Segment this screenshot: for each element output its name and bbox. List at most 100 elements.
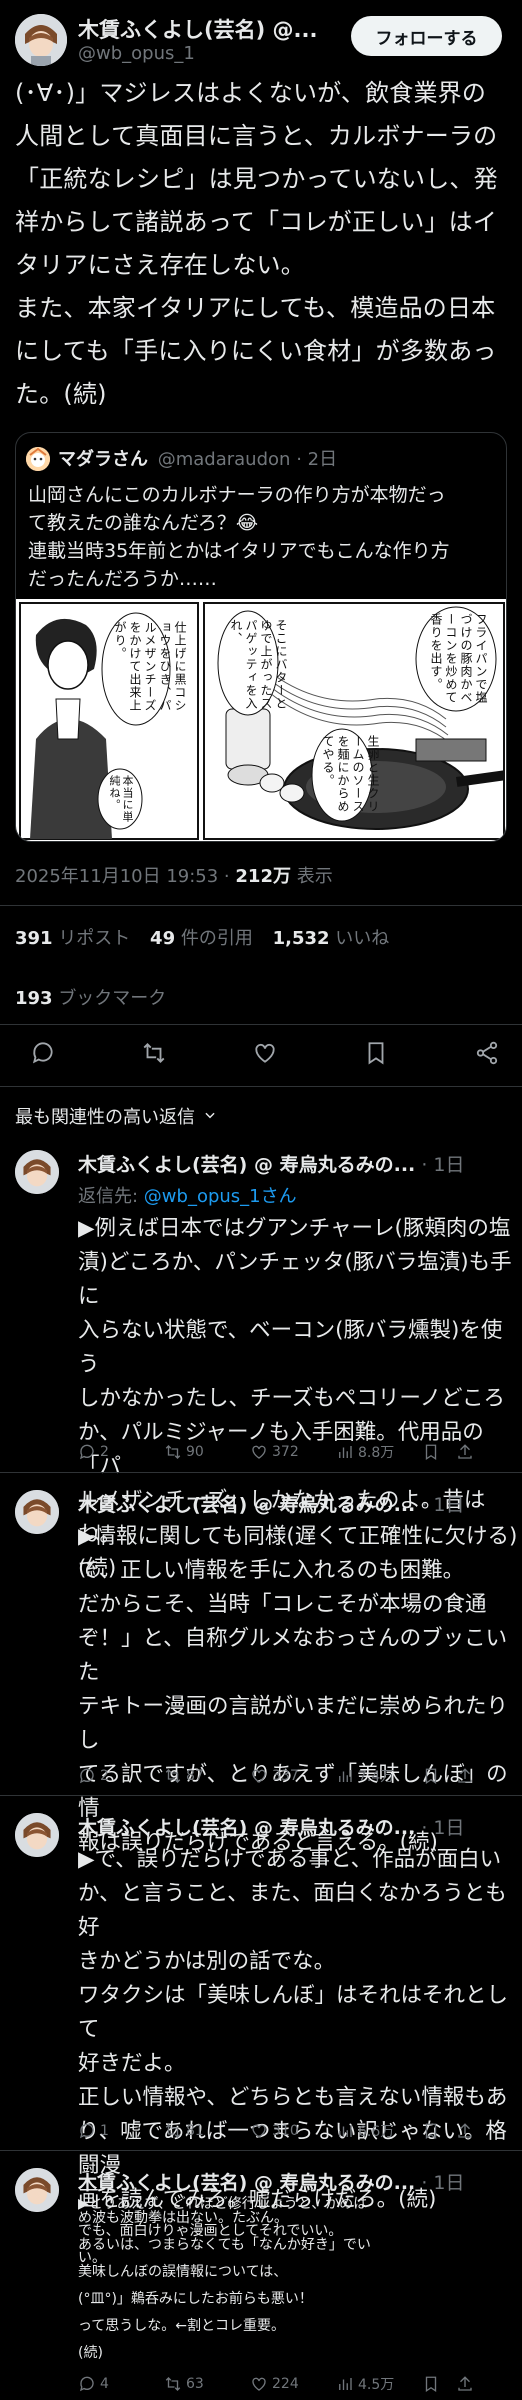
author-name[interactable]: 木賃ふくよし(芸名) @... [78, 14, 317, 44]
reply-bookmark-button[interactable] [422, 1767, 456, 1785]
like-count: 224 [272, 2376, 299, 2392]
share-icon [458, 2123, 472, 2138]
post-timestamp[interactable]: 2025年11月10日 19:53 · 212万 表示 [15, 862, 333, 888]
quote-avatar [26, 447, 50, 471]
stat-reposts[interactable]: 391 リポスト [15, 928, 130, 949]
reply-share-button[interactable] [456, 2375, 474, 2393]
repost-icon [165, 2124, 181, 2138]
reply-icon[interactable] [30, 1040, 56, 1070]
views-icon [339, 2378, 352, 2390]
post-line: タリアにさえ存在しない。 [15, 251, 305, 279]
reply-header: 木賃ふくよし(芸名) @ 寿烏丸るみの... · 1日 [78, 1813, 518, 1840]
reply-avatar[interactable] [15, 2168, 59, 2212]
quotes-count: 49 [150, 928, 176, 949]
views-icon [339, 1446, 352, 1458]
stat-bookmarks[interactable]: 193 ブックマーク [15, 984, 166, 1010]
follow-button-label: フォローする [375, 28, 478, 49]
reply-item[interactable]: 木賃ふくよし(芸名) @ 寿烏丸るみの... · 1日 ▶情報に関しても同様(遅… [0, 1482, 522, 1855]
manga-bubble-finish: 仕上げに黒コショウをひき、パルメザンチーズをかけて出来上がり。 [113, 621, 187, 712]
reply-views-button[interactable]: 7.4万 [336, 1766, 422, 1786]
reply-line: しかなかったし、チーズもペコリーノどころ [78, 1386, 505, 1411]
reply-line: ▶例えば日本ではグアンチャーレ(豚頬肉の塩 [78, 1216, 511, 1241]
reply-views-button[interactable]: 8.8万 [336, 1442, 422, 1462]
reply-line: 漬)どころか、パンチェッタ(豚バラ塩漬)も手に [78, 1250, 512, 1309]
reply-share-button[interactable] [456, 1443, 474, 1461]
reply-header: 木賃ふくよし(芸名) @ 寿烏丸るみの... · 1日 [78, 1490, 518, 1517]
reply-views-button[interactable]: 4.5万 [336, 2374, 422, 2394]
reply-author-name[interactable]: 木賃ふくよし(芸名) @ 寿烏丸るみの... [78, 1817, 415, 1839]
reply-line: テキトー漫画の言説がいまだに崇められたりし [78, 1694, 509, 1753]
divider [0, 1086, 522, 1087]
divider [0, 905, 522, 906]
stat-likes[interactable]: 1,532 いいね [273, 928, 390, 949]
reply-item[interactable]: 木賃ふくよし(芸名) @ 寿烏丸るみの... · 1日 返信先: @wb_opu… [0, 1142, 522, 1581]
reply-repost-button[interactable]: 63 [164, 2375, 250, 2393]
like-count: 310 [272, 2123, 299, 2139]
post-body: (･∀･)」マジレスはよくないが、飲食業界の 人間として真面目に言うと、カルボナ… [15, 72, 515, 416]
reply-line: 美味しんぼの誤情報については、 [78, 2263, 288, 2280]
reply-line: か、と言うこと、また、面白くなかろうとも好 [78, 1881, 507, 1940]
reply-action-bar: 4 63 224 4.5万 [78, 2374, 518, 2394]
reply-repost-button[interactable]: 90 [164, 1443, 250, 1461]
reply-repost-button[interactable]: 87 [164, 1767, 250, 1785]
stats-row: 391 リポスト 49 件の引用 1,532 いいね [15, 924, 389, 950]
reply-reply-button[interactable]: 2 [78, 1767, 164, 1785]
reply-sort-dropdown[interactable]: 最も関連性の高い返信 [15, 1103, 217, 1129]
quote-line: だったんだろうか…… [28, 568, 217, 590]
reply-avatar[interactable] [15, 1813, 59, 1857]
quote-line: て教えたの誰なんだろ？😂 [28, 512, 259, 534]
repost-icon[interactable] [141, 1040, 167, 1070]
follow-button[interactable]: フォローする [351, 16, 502, 56]
repost-icon [165, 2377, 181, 2391]
reply-to: 返信先: @wb_opus_1さん [78, 1182, 297, 1208]
reply-like-button[interactable]: 337 [250, 1767, 336, 1785]
reply-action-bar: 1 81 310 6.6万 [78, 2121, 518, 2141]
reply-bookmark-button[interactable] [422, 2375, 456, 2393]
bookmark-icon [425, 1444, 437, 1461]
reply-bookmark-button[interactable] [422, 2122, 456, 2140]
reply-bookmark-button[interactable] [422, 1443, 456, 1461]
post-line: た。(続) [15, 380, 107, 408]
post-line: また、本家イタリアにしても、模造品の日本 [15, 294, 496, 322]
author-avatar[interactable] [15, 14, 67, 66]
bookmark-icon[interactable] [363, 1040, 389, 1070]
reply-author-name[interactable]: 木賃ふくよし(芸名) @ 寿烏丸るみの... [78, 2172, 415, 2194]
quote-card[interactable]: マダラさん @madaraudon · 2日 山岡さんにこのカルボナーラの作り方… [15, 432, 507, 842]
repost-count: 81 [186, 2123, 204, 2139]
manga-image[interactable]: 仕上げに黒コショウをひき、パルメザンチーズをかけて出来上がり。 そこにバターとゆ… [16, 599, 506, 841]
author-handle[interactable]: @wb_opus_1 [78, 43, 195, 64]
reply-avatar[interactable] [15, 1150, 59, 1194]
reply-avatar[interactable] [15, 1490, 59, 1534]
post-line: (･∀･)」マジレスはよくないが、飲食業界の [15, 79, 487, 107]
chevron-down-icon [203, 1106, 217, 1127]
post-action-bar [30, 1030, 500, 1080]
reply-like-button[interactable]: 224 [250, 2375, 336, 2393]
reply-repost-button[interactable]: 81 [164, 2122, 250, 2140]
views-icon [339, 1770, 352, 1782]
stat-quotes[interactable]: 49 件の引用 [150, 928, 253, 949]
bookmark-icon [425, 2123, 437, 2140]
reply-author-name[interactable]: 木賃ふくよし(芸名) @ 寿烏丸るみの... [78, 1154, 415, 1176]
reply-author-name[interactable]: 木賃ふくよし(芸名) @ 寿烏丸るみの... [78, 1494, 415, 1516]
reply-to-handle[interactable]: @wb_opus_1さん [144, 1186, 297, 1207]
reply-item[interactable]: 木賃ふくよし(芸名) @ 寿烏丸るみの... · 1日 ▶で、誤りだらけである事… [0, 1805, 522, 2212]
reply-like-button[interactable]: 310 [250, 2122, 336, 2140]
reply-item[interactable]: 木賃ふくよし(芸名) @ 寿烏丸るみの... · 1日 ▶とりあえず、どれほど修… [0, 2160, 522, 2400]
reply-share-button[interactable] [456, 1767, 474, 1785]
like-icon[interactable] [252, 1040, 278, 1070]
reply-share-button[interactable] [456, 2122, 474, 2140]
reply-header: 木賃ふくよし(芸名) @ 寿烏丸るみの... · 1日 [78, 1150, 518, 1177]
reply-action-bar: 2 90 372 8.8万 [78, 1442, 518, 1462]
like-count: 372 [272, 1444, 299, 1460]
like-icon [252, 1769, 266, 1783]
reply-header: 木賃ふくよし(芸名) @ 寿烏丸るみの... · 1日 [78, 2168, 518, 2195]
reply-icon [79, 2376, 94, 2392]
reply-views-button[interactable]: 6.6万 [336, 2121, 422, 2141]
reply-reply-button[interactable]: 1 [78, 2122, 164, 2140]
reply-reply-button[interactable]: 2 [78, 1443, 164, 1461]
share-icon[interactable] [474, 1040, 500, 1070]
manga-bubble-bacon: フライパンで塩づけの豚肉かベーコンを炒めて香りを出す。 [429, 613, 488, 704]
reply-reply-button[interactable]: 4 [78, 2375, 164, 2393]
reply-like-button[interactable]: 372 [250, 1443, 336, 1461]
views-count: 4.5万 [358, 2377, 395, 2393]
